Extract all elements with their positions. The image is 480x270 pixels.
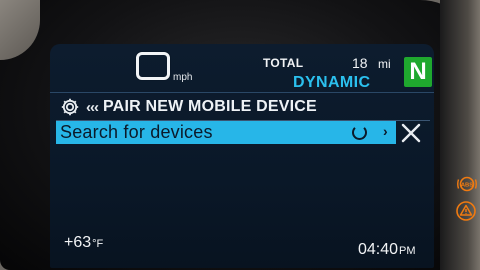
menu-title: PAIR NEW MOBILE DEVICE [103, 98, 317, 115]
clock: 04:40PM [358, 241, 416, 259]
header-divider [50, 92, 434, 93]
temperature-value: +63 [64, 234, 92, 251]
odometer-label: TOTAL [263, 56, 304, 70]
spinner-icon [352, 125, 367, 140]
odometer-unit: mi [378, 57, 391, 71]
riding-mode: DYNAMIC [293, 74, 371, 91]
svg-text:ABS: ABS [461, 182, 473, 188]
gear-icon[interactable] [60, 97, 80, 117]
traction-warning-icon [455, 200, 477, 222]
search-for-devices-item[interactable]: Search for devices › [56, 121, 396, 144]
outside-temperature: +63°F [64, 234, 103, 252]
chevron-right-icon: › [383, 123, 388, 139]
menu-header: ‹‹‹ PAIR NEW MOBILE DEVICE [60, 96, 317, 118]
clock-ampm: PM [399, 245, 416, 257]
gear-indicator: N [404, 57, 432, 87]
temperature-unit: °F [92, 238, 104, 250]
odometer-value: 18 [352, 55, 368, 71]
search-for-devices-label: Search for devices [60, 122, 213, 142]
close-icon[interactable] [400, 122, 422, 144]
back-chevrons-icon[interactable]: ‹‹‹ [86, 99, 99, 116]
speed-unit: mph [173, 72, 193, 83]
tft-display: 0 mph TOTAL 18 mi DYNAMIC N ‹‹‹ PAIR NEW… [50, 44, 434, 268]
clock-time: 04:40 [358, 241, 399, 258]
background-right [440, 0, 480, 270]
abs-warning-icon: ABS [456, 176, 478, 192]
